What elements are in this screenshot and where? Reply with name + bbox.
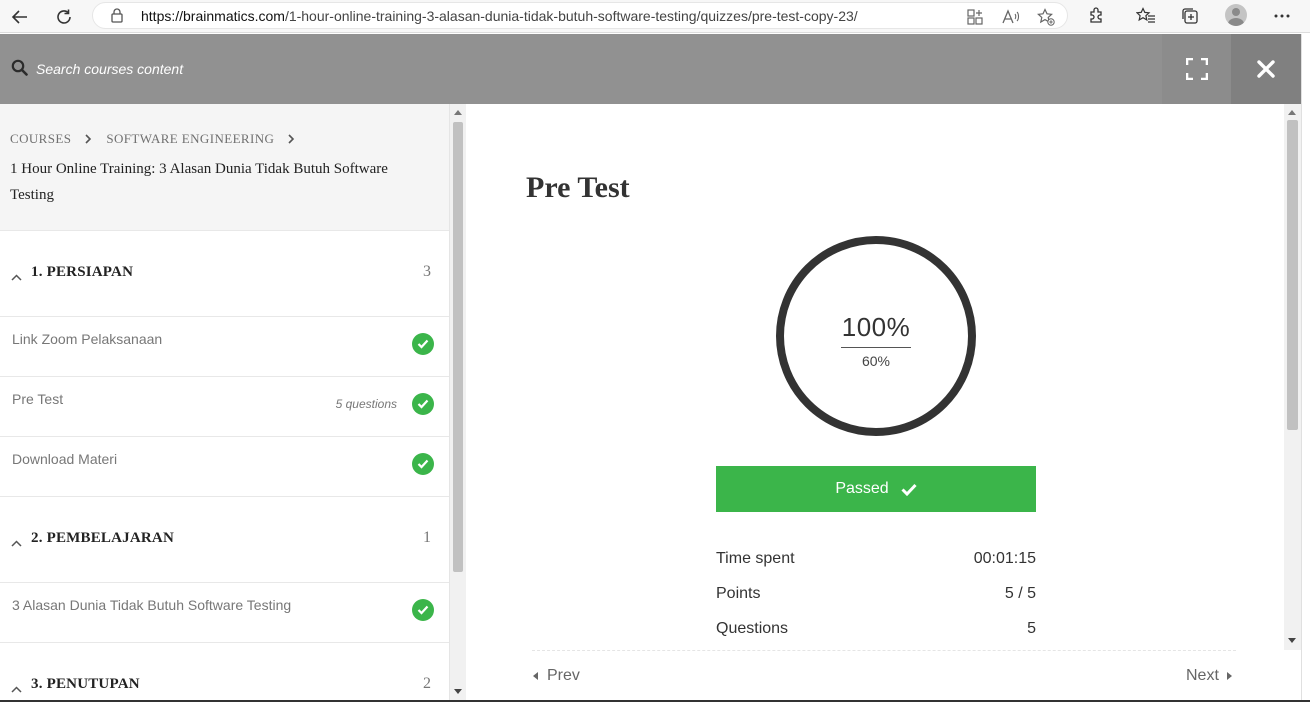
completed-check-icon: [412, 453, 434, 475]
chevron-up-icon: [11, 534, 22, 552]
refresh-icon: [57, 9, 71, 24]
breadcrumb: COURSES SOFTWARE ENGINEERING: [10, 131, 309, 147]
section-title: 2. PEMBELAJARAN: [31, 530, 175, 546]
lesson-question-count: 5 questions: [335, 397, 397, 411]
result-progress-circle: 100% 60%: [776, 236, 976, 436]
chevron-right-icon: [85, 134, 92, 144]
lesson-item-download-materi[interactable]: Download Materi: [0, 437, 449, 497]
scroll-down-arrow-icon[interactable]: [1288, 638, 1296, 643]
next-button[interactable]: Next: [1186, 667, 1232, 685]
lesson-item-link-zoom[interactable]: Link Zoom Pelaksanaan: [0, 317, 449, 377]
result-divider: [841, 347, 911, 348]
section-count: 1: [423, 529, 431, 546]
scroll-up-arrow-icon[interactable]: [454, 110, 462, 115]
course-header: [0, 34, 1301, 104]
prev-button[interactable]: Prev: [533, 667, 580, 685]
search-icon: [11, 59, 28, 81]
checkmark-icon: [901, 483, 917, 496]
course-title[interactable]: 1 Hour Online Training: 3 Alasan Dunia T…: [10, 156, 430, 208]
section-header-penutupan[interactable]: 3. PENUTUPAN 2: [0, 643, 449, 702]
lesson-title: Pre Test: [12, 391, 64, 407]
stat-label: Time spent: [716, 550, 795, 567]
sidebar-header: COURSES SOFTWARE ENGINEERING 1 Hour Onli…: [0, 104, 449, 231]
browser-toolbar: https://brainmatics.com/1-hour-online-tr…: [0, 0, 1310, 33]
add-favorite-icon[interactable]: [1036, 7, 1056, 27]
completed-check-icon: [412, 599, 434, 621]
lesson-title: 3 Alasan Dunia Tidak Butuh Software Test…: [12, 597, 292, 613]
chevron-right-icon: [288, 134, 295, 144]
stat-row-time-spent: Time spent 00:01:15: [716, 550, 1036, 574]
fullscreen-button[interactable]: [1162, 34, 1232, 104]
section-title: 1. PERSIAPAN: [31, 264, 134, 280]
refresh-button[interactable]: [51, 4, 77, 30]
stat-label: Questions: [716, 620, 789, 637]
expand-icon: [1186, 58, 1208, 80]
passed-status-badge: Passed: [716, 466, 1036, 512]
search-courses-input[interactable]: [36, 57, 436, 81]
result-percent: 100%: [841, 312, 911, 342]
back-arrow-icon: [11, 10, 27, 24]
window-edge: [1301, 34, 1310, 702]
breadcrumb-courses[interactable]: COURSES: [10, 131, 71, 147]
collections-icon[interactable]: [1178, 4, 1202, 28]
quiz-title: Pre Test: [526, 171, 630, 204]
more-options-icon[interactable]: [1270, 4, 1294, 28]
lesson-item-3-alasan[interactable]: 3 Alasan Dunia Tidak Butuh Software Test…: [0, 583, 449, 643]
url-text[interactable]: https://brainmatics.com/1-hour-online-tr…: [141, 8, 858, 24]
stat-value: 5: [1027, 620, 1036, 637]
scrollbar-thumb[interactable]: [1287, 120, 1298, 430]
chevron-up-icon: [11, 680, 22, 698]
stat-value: 5 / 5: [1004, 585, 1036, 602]
stat-value: 00:01:15: [973, 550, 1036, 567]
scrollbar-thumb[interactable]: [453, 122, 463, 572]
scroll-down-arrow-icon[interactable]: [454, 689, 462, 694]
completed-check-icon: [412, 393, 434, 415]
passing-grade: 60%: [861, 353, 891, 369]
content-scrollbar[interactable]: [1284, 104, 1301, 650]
prev-label: Prev: [547, 667, 580, 684]
stat-label: Points: [716, 585, 761, 602]
section-count: 2: [423, 675, 431, 692]
section-title: 3. PENUTUPAN: [31, 676, 140, 692]
sidebar-scrollbar[interactable]: [450, 104, 466, 702]
stat-row-questions: Questions 5: [716, 620, 1036, 644]
scroll-up-arrow-icon[interactable]: [1288, 110, 1296, 115]
url-path: /1-hour-online-training-3-alasan-dunia-t…: [284, 8, 858, 24]
favorites-icon[interactable]: [1134, 4, 1158, 28]
url-host: https://brainmatics.com: [141, 8, 285, 24]
section-header-pembelajaran[interactable]: 2. PEMBELAJARAN 1: [0, 497, 449, 583]
lesson-title: Link Zoom Pelaksanaan: [12, 331, 163, 347]
read-aloud-icon[interactable]: [1001, 7, 1021, 27]
close-button[interactable]: [1231, 34, 1301, 104]
chevron-up-icon: [11, 268, 22, 286]
back-button[interactable]: [7, 4, 33, 30]
address-bar[interactable]: https://brainmatics.com/1-hour-online-tr…: [92, 2, 1068, 29]
status-label: Passed: [835, 480, 889, 497]
profile-avatar[interactable]: [1225, 4, 1247, 26]
lesson-title: Download Materi: [12, 451, 118, 467]
extensions-icon[interactable]: [1085, 4, 1109, 28]
app-available-icon[interactable]: [965, 7, 985, 27]
caret-left-icon: [533, 672, 538, 680]
section-count: 3: [423, 263, 431, 280]
course-sidebar: COURSES SOFTWARE ENGINEERING 1 Hour Onli…: [0, 104, 450, 702]
caret-right-icon: [1226, 672, 1232, 680]
section-header-persiapan[interactable]: 1. PERSIAPAN 3: [0, 231, 449, 317]
lock-icon: [111, 8, 123, 28]
nav-divider: [532, 650, 1236, 651]
next-label: Next: [1186, 667, 1219, 684]
stat-row-points: Points 5 / 5: [716, 585, 1036, 609]
quiz-content: Pre Test 100% 60% Passed Time spent 00:0…: [466, 104, 1284, 702]
lesson-item-pre-test[interactable]: Pre Test 5 questions: [0, 377, 449, 437]
breadcrumb-category[interactable]: SOFTWARE ENGINEERING: [106, 131, 274, 147]
completed-check-icon: [412, 333, 434, 355]
close-icon: [1257, 60, 1275, 78]
